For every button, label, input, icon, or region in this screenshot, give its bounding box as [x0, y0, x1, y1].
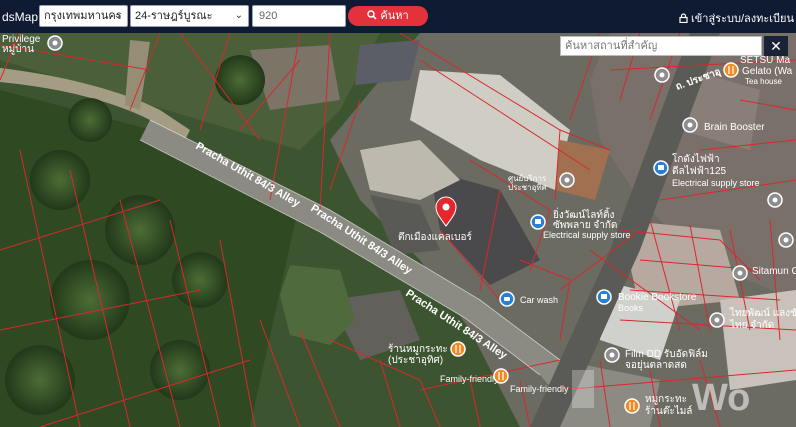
search-button[interactable]: ค้นหา — [348, 6, 428, 26]
poi-label[interactable]: Electrical supply store — [672, 178, 760, 188]
chevron-down-icon: ⌄ — [234, 10, 243, 21]
landmark-search-input[interactable]: ค้นหาสถานที่สำคัญ — [560, 36, 762, 56]
location-icon[interactable] — [604, 347, 620, 363]
poi-label[interactable]: ร้านหมูกระทะ — [388, 343, 448, 355]
shop-icon[interactable] — [530, 214, 546, 230]
poi-label[interactable]: Bookie Bookstore — [618, 292, 697, 303]
poi-label[interactable]: Gelato (Wa — [742, 66, 793, 77]
location-icon[interactable] — [767, 192, 783, 208]
location-icon[interactable] — [682, 117, 698, 133]
poi-label[interactable]: ดีลไฟฟ้า125 — [672, 165, 727, 177]
province-value: กรุงเทพมหานคร — [44, 10, 122, 22]
deed-number-input[interactable]: 920 — [252, 5, 346, 27]
poi-label[interactable]: ไทย จำกัด — [729, 319, 774, 331]
shop-icon[interactable] — [596, 289, 612, 305]
brand-logo[interactable]: dsMaps — [2, 10, 38, 24]
chevron-down-icon: ⌄ — [113, 10, 122, 21]
poi-label[interactable]: Family-friendly — [440, 374, 499, 384]
poi-label[interactable]: Brain Booster — [704, 122, 765, 133]
food-icon[interactable] — [450, 341, 466, 357]
building-roof — [355, 40, 420, 85]
tree — [68, 98, 112, 142]
poi-label[interactable]: (ประชาอุทิศ) — [388, 355, 443, 366]
tree — [50, 260, 130, 340]
shop-icon[interactable] — [653, 160, 669, 176]
car-wash-icon[interactable] — [499, 291, 515, 307]
location-icon[interactable] — [778, 232, 794, 248]
poi-label[interactable]: ไทยพัฒน์ แลงชัย — [729, 307, 796, 319]
map-canvas[interactable]: Pracha Uthit 84/3 Alley Pracha Uthit 84/… — [0, 33, 796, 427]
poi-label[interactable]: Family-friendly — [510, 384, 569, 394]
search-button-label: ค้นหา — [380, 10, 409, 22]
poi-label[interactable]: Tea house — [745, 77, 782, 86]
poi-label[interactable]: Film DD รับอัดฟิล์ม — [625, 348, 708, 360]
poi-label[interactable]: Electrical supply store — [543, 230, 631, 240]
tree — [172, 252, 228, 308]
search-icon — [367, 10, 377, 20]
province-select[interactable]: กรุงเทพมหานคร ⌄ — [39, 5, 128, 27]
poi-label[interactable]: หมูกระทะ — [645, 394, 687, 405]
location-icon[interactable] — [559, 172, 575, 188]
tree — [105, 195, 175, 265]
location-icon[interactable] — [47, 35, 63, 51]
poi-label[interactable]: หมู่บ้าน — [2, 43, 34, 55]
poi-label[interactable]: SETSU Ma — [740, 55, 790, 66]
poi-label[interactable]: ตึกเมืองแคลเบอร์ — [398, 231, 472, 243]
watermark-text: Wo — [692, 377, 750, 419]
satellite-map[interactable]: Pracha Uthit 84/3 Alley Pracha Uthit 84/… — [0, 33, 796, 427]
lock-icon — [679, 13, 688, 24]
login-label: เข้าสู่ระบบ/ลงทะเบียน — [691, 13, 794, 25]
top-bar: dsMaps กรุงเทพมหานคร ⌄ 24-ราษฎร์บูรณะ ⌄ … — [0, 0, 796, 33]
poi-label[interactable]: Car wash — [520, 295, 558, 305]
close-button[interactable]: ✕ — [764, 36, 788, 56]
location-icon[interactable] — [709, 312, 725, 328]
district-value: 24-ราษฎร์บูรณะ — [135, 10, 213, 22]
tree — [30, 150, 90, 210]
poi-label[interactable]: ร้านต๊ะไมล์ — [645, 405, 692, 417]
food-icon[interactable] — [624, 398, 640, 414]
food-icon[interactable] — [493, 368, 509, 384]
poi-label[interactable]: โกดังไฟฟ้า — [672, 152, 720, 165]
poi-label[interactable]: ยิ่งวัฒน์ไลท์ติ้ง — [553, 207, 615, 221]
location-icon[interactable] — [654, 67, 670, 83]
login-link[interactable]: เข้าสู่ระบบ/ลงทะเบียน — [679, 9, 794, 27]
poi-label[interactable]: ประชาอุทิศ — [508, 183, 547, 192]
tree — [215, 55, 265, 105]
food-icon[interactable] — [723, 62, 739, 78]
location-icon[interactable] — [732, 265, 748, 281]
poi-label[interactable]: จอยุ่นตลาดสด — [625, 360, 687, 371]
district-select[interactable]: 24-ราษฎร์บูรณะ ⌄ — [130, 5, 249, 27]
poi-label[interactable]: Books — [618, 303, 644, 313]
poi-label[interactable]: Sitamun Ga — [752, 266, 796, 277]
